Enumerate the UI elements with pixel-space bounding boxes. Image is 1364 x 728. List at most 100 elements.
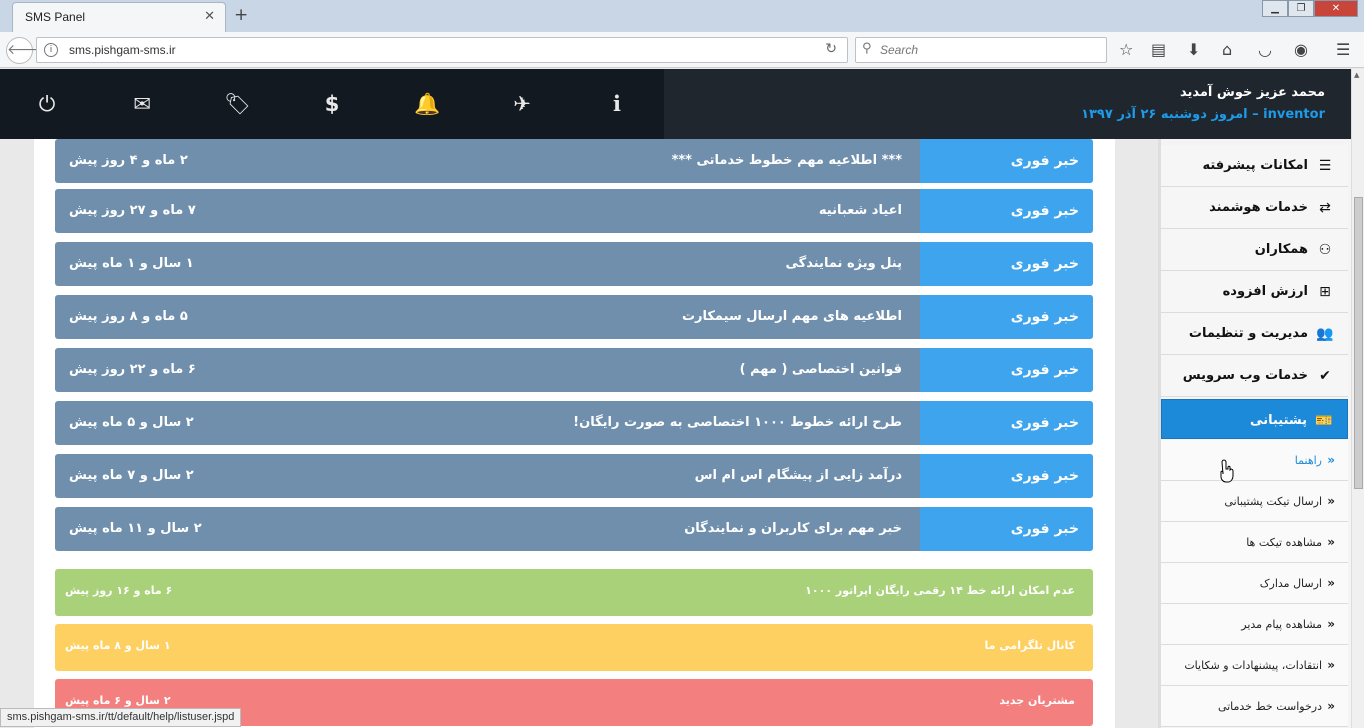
submenu-item-admin-messages[interactable]: » مشاهده پیام مدیر: [1161, 604, 1348, 645]
power-icon[interactable]: ⏻: [34, 91, 60, 117]
alert-title[interactable]: مشتریان جدید: [999, 679, 1075, 723]
news-row[interactable]: خبر فوری *** اطلاعیه مهم خطوط خدماتی ***…: [55, 139, 1093, 183]
url-text: sms.pishgam-sms.ir: [69, 43, 176, 57]
status-bar-url: sms.pishgam-sms.ir/tt/default/help/listu…: [0, 708, 242, 727]
news-title[interactable]: *** اطلاعیه مهم خطوط خدماتی ***: [672, 139, 902, 183]
page-scrollbar[interactable]: ▲: [1351, 69, 1364, 728]
menu-icon[interactable]: ☰: [1336, 40, 1350, 59]
exchange-icon: ⇄: [1319, 200, 1331, 216]
new-tab-icon[interactable]: +: [234, 5, 248, 25]
sidebar-item-label: پشتیبانی: [1250, 413, 1307, 428]
address-bar[interactable]: i sms.pishgam-sms.ir ↻: [36, 37, 848, 63]
news-row[interactable]: خبر فوری خبر مهم برای کاربران و نمایندگا…: [55, 507, 1093, 551]
restore-icon[interactable]: ❐: [1288, 0, 1314, 17]
news-row[interactable]: خبر فوری طرح ارائه خطوط ۱۰۰۰ اختصاصی به …: [55, 401, 1093, 445]
news-badge: خبر فوری: [920, 454, 1093, 498]
double-chevron-icon: »: [1327, 535, 1335, 549]
ticket-icon[interactable]: 🏷: [224, 91, 251, 117]
alert-title[interactable]: کانال تلگرامی ما: [984, 624, 1075, 668]
news-title[interactable]: قوانین اختصاصی ( مهم ): [740, 348, 902, 392]
welcome-text: محمد عزیز خوش آمدید: [1179, 85, 1325, 100]
news-time: ۲ ماه و ۴ روز پیش: [69, 153, 188, 168]
username[interactable]: inventor: [1263, 107, 1325, 122]
sidebar-item-support[interactable]: 🎫 پشتیبانی: [1161, 399, 1348, 439]
back-arrow-icon[interactable]: 🡐: [6, 37, 45, 64]
sidebar-item-partners[interactable]: ⚇ همکاران: [1161, 229, 1348, 271]
sidebar-item-advanced-features[interactable]: ☰ امکانات پیشرفته: [1161, 145, 1348, 187]
search-icon: ⚲: [862, 41, 872, 56]
news-badge: خبر فوری: [920, 507, 1093, 551]
submenu-item-label: انتقادات، پیشنهادات و شکایات: [1184, 659, 1322, 672]
sidebar-item-label: همکاران: [1254, 242, 1308, 257]
search-input[interactable]: [880, 41, 1100, 59]
reading-list-icon[interactable]: ▤: [1151, 40, 1166, 59]
news-title[interactable]: طرح ارائه خطوط ۱۰۰۰ اختصاصی به صورت رایگ…: [573, 401, 902, 445]
submenu-item-send-documents[interactable]: » ارسال مدارک: [1161, 563, 1348, 604]
search-box[interactable]: ⚲: [855, 37, 1107, 63]
news-time: ۷ ماه و ۲۷ روز پیش: [69, 203, 196, 218]
sidebar-item-smart-services[interactable]: ⇄ خدمات هوشمند: [1161, 187, 1348, 229]
news-time: ۶ ماه و ۲۲ روز پیش: [69, 362, 196, 377]
envelope-icon[interactable]: ✉: [129, 91, 155, 117]
news-title[interactable]: درآمد زایی از پیشگام اس ام اس: [695, 454, 902, 498]
download-icon[interactable]: ⬇: [1187, 40, 1200, 59]
minimize-icon[interactable]: ▁: [1262, 0, 1288, 17]
dollar-icon[interactable]: $: [319, 91, 345, 117]
news-row[interactable]: خبر فوری اطلاعیه های مهم ارسال سیمکارت ۵…: [55, 295, 1093, 339]
window-close-icon[interactable]: ✕: [1314, 0, 1358, 17]
extension-icon[interactable]: ◉: [1294, 40, 1308, 59]
tab-title: SMS Panel: [25, 10, 86, 24]
double-chevron-icon: »: [1327, 576, 1335, 590]
header-toolbar: ⏻ ✉ 🏷 $ 🔔 ✈ i: [0, 69, 664, 139]
submenu-item-view-tickets[interactable]: » مشاهده تیکت ها: [1161, 522, 1348, 563]
sidebar-item-value-added[interactable]: ⊞ ارزش افزوده: [1161, 271, 1348, 313]
tab-close-icon[interactable]: ✕: [204, 9, 215, 24]
window-controls: ▁ ❐ ✕: [1262, 0, 1358, 18]
news-time: ۲ سال و ۵ ماه پیش: [69, 415, 194, 430]
submenu-item-label: ارسال مدارک: [1259, 577, 1322, 590]
bookmark-star-icon[interactable]: ☆: [1119, 40, 1133, 59]
site-info-icon[interactable]: i: [44, 43, 58, 57]
news-row[interactable]: خبر فوری پنل ویژه نمایندگی ۱ سال و ۱ ماه…: [55, 242, 1093, 286]
submenu-item-label: ارسال تیکت پشتیبانی: [1224, 495, 1322, 508]
scroll-up-icon[interactable]: ▲: [1354, 71, 1359, 79]
sidebar-item-web-service[interactable]: ✔ خدمات وب سرویس: [1161, 355, 1348, 397]
news-title[interactable]: پنل ویژه نمایندگی: [786, 242, 902, 286]
pocket-icon[interactable]: ◡: [1258, 40, 1272, 59]
bell-icon[interactable]: 🔔: [414, 91, 440, 117]
scroll-thumb[interactable]: [1354, 197, 1363, 489]
browser-tabstrip: SMS Panel ✕ + ▁ ❐ ✕: [0, 0, 1364, 32]
news-title[interactable]: اعیاد شعبانیه: [819, 189, 902, 233]
alert-title[interactable]: عدم امکان ارائه خط ۱۴ رقمی رایگان اپراتو…: [805, 569, 1075, 613]
page-header: ⏻ ✉ 🏷 $ 🔔 ✈ i محمد عزیز خوش آمدید invent…: [0, 69, 1351, 139]
news-title[interactable]: خبر مهم برای کاربران و نمایندگان: [684, 507, 902, 551]
browser-tab[interactable]: SMS Panel ✕: [12, 2, 226, 32]
news-title[interactable]: اطلاعیه های مهم ارسال سیمکارت: [682, 295, 902, 339]
home-icon[interactable]: ⌂: [1222, 40, 1232, 59]
reload-icon[interactable]: ↻: [825, 41, 837, 57]
ticket-icon: 🎫: [1315, 413, 1333, 429]
sidebar-item-management-settings[interactable]: 👥 مدیریت و تنظیمات: [1161, 313, 1348, 355]
news-time: ۵ ماه و ۸ روز پیش: [69, 309, 188, 324]
info-icon[interactable]: i: [604, 91, 630, 117]
submenu-item-guide[interactable]: » راهنما: [1161, 440, 1348, 481]
submenu-item-send-ticket[interactable]: » ارسال تیکت پشتیبانی: [1161, 481, 1348, 522]
sidebar-item-label: امکانات پیشرفته: [1202, 158, 1308, 173]
alert-row[interactable]: عدم امکان ارائه خط ۱۴ رقمی رایگان اپراتو…: [55, 569, 1093, 616]
news-badge: خبر فوری: [920, 401, 1093, 445]
news-row[interactable]: خبر فوری قوانین اختصاصی ( مهم ) ۶ ماه و …: [55, 348, 1093, 392]
submenu-item-label: مشاهده تیکت ها: [1246, 536, 1322, 549]
user-date-line: inventor – امروز دوشنبه ۲۶ آذر ۱۳۹۷: [1081, 107, 1325, 122]
users-icon: 👥: [1316, 326, 1334, 342]
news-row[interactable]: خبر فوری درآمد زایی از پیشگام اس ام اس ۲…: [55, 454, 1093, 498]
submenu-item-feedback[interactable]: » انتقادات، پیشنهادات و شکایات: [1161, 645, 1348, 686]
paper-plane-icon[interactable]: ✈: [509, 91, 535, 117]
plus-square-icon: ⊞: [1319, 284, 1331, 300]
submenu-item-label: مشاهده پیام مدیر: [1241, 618, 1322, 631]
double-chevron-icon: »: [1327, 453, 1335, 467]
alert-row[interactable]: کانال تلگرامی ما ۱ سال و ۸ ماه پیش: [55, 624, 1093, 671]
sidebar-item-label: خدمات هوشمند: [1209, 200, 1308, 215]
sidebar-item-label: خدمات وب سرویس: [1182, 368, 1308, 383]
news-row[interactable]: خبر فوری اعیاد شعبانیه ۷ ماه و ۲۷ روز پی…: [55, 189, 1093, 233]
submenu-item-service-line-request[interactable]: » درخواست خط خدماتی: [1161, 686, 1348, 727]
